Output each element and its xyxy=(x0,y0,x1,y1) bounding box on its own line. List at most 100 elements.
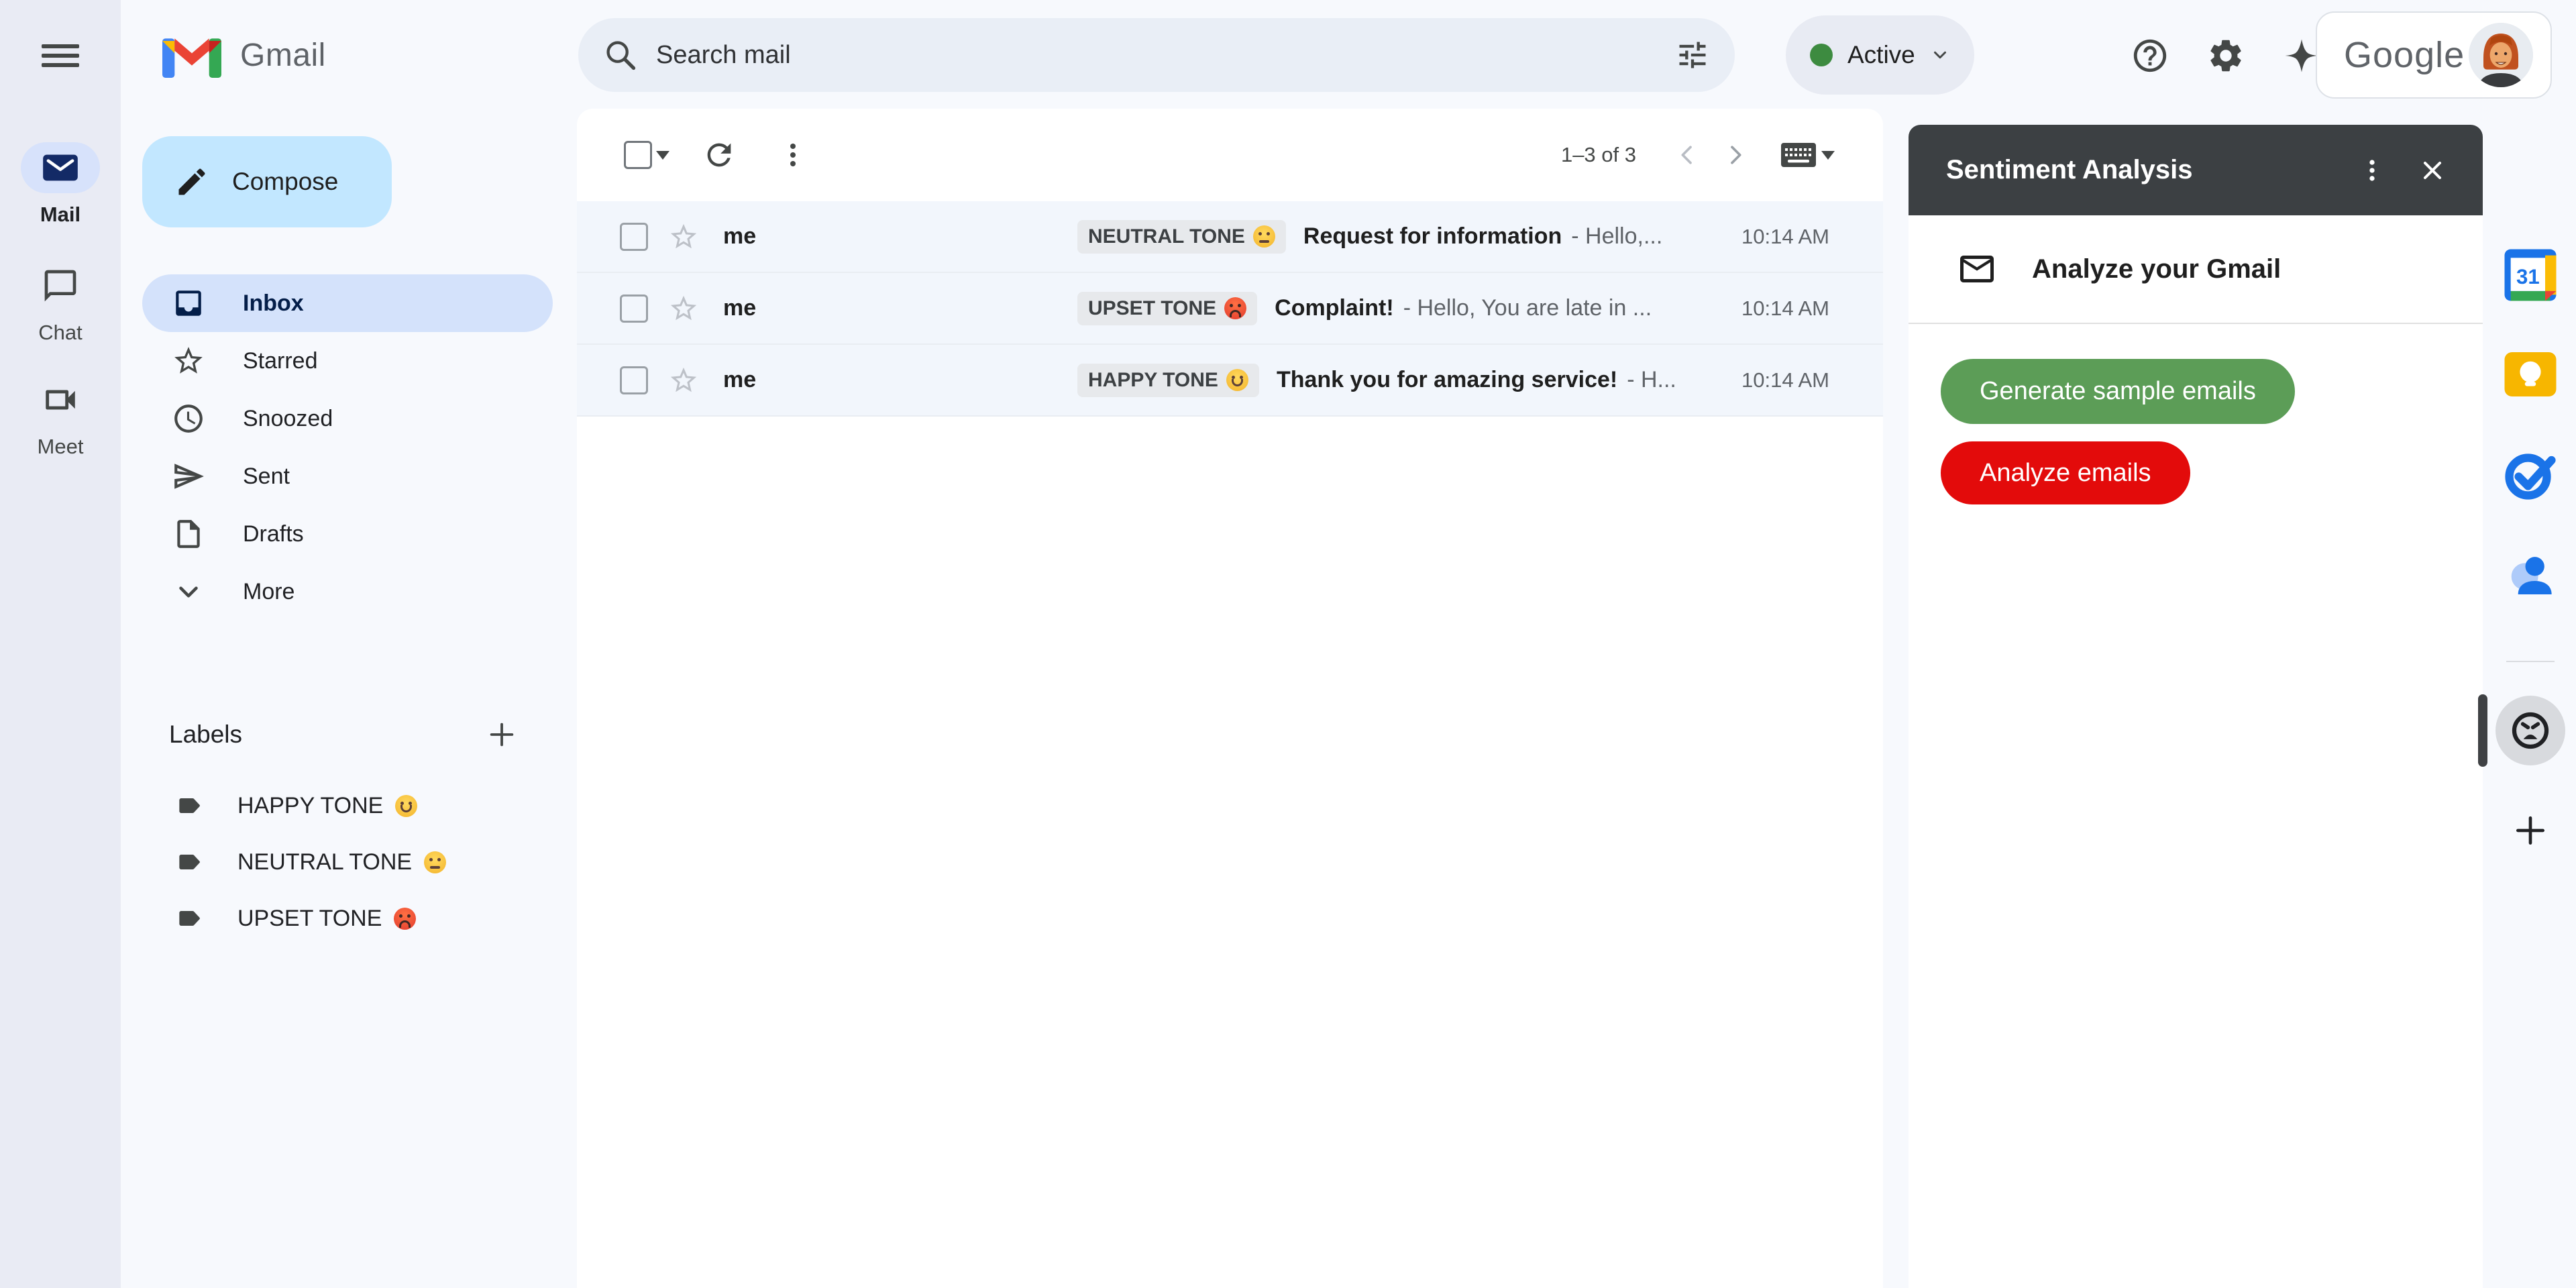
sidebar-item-more[interactable]: More xyxy=(142,563,553,621)
sidebar-item-starred[interactable]: Starred xyxy=(142,332,553,390)
sentiment-addon-rail-button[interactable] xyxy=(2496,696,2565,765)
search-button[interactable] xyxy=(592,26,649,84)
email-sender: me xyxy=(723,367,1077,393)
google-wordmark: Google xyxy=(2344,34,2465,76)
chip-text: HAPPY TONE xyxy=(1088,369,1218,392)
select-all-button[interactable] xyxy=(620,127,674,183)
app-rail: Mail Chat Meet xyxy=(0,0,121,1288)
google-calendar-icon: 31 xyxy=(2501,246,2560,305)
neutral-emoji-icon xyxy=(1253,225,1275,248)
star-toggle-icon[interactable] xyxy=(668,293,699,324)
select-all-checkbox[interactable] xyxy=(624,141,652,169)
search-input[interactable] xyxy=(649,41,1664,70)
kebab-menu-icon xyxy=(777,139,809,171)
support-button[interactable] xyxy=(2116,22,2184,89)
create-label-button[interactable] xyxy=(475,708,529,761)
tasks-rail-button[interactable] xyxy=(2497,441,2564,508)
refresh-button[interactable] xyxy=(691,127,747,183)
search-icon xyxy=(603,38,638,72)
email-row[interactable]: me UPSET TONE Complaint! - Hello, You ar… xyxy=(577,273,1883,345)
chip-text: NEUTRAL TONE xyxy=(1088,225,1245,248)
active-addon-indicator xyxy=(2478,694,2487,767)
chat-icon xyxy=(42,267,79,305)
rail-label-chat: Chat xyxy=(38,321,82,345)
tune-icon xyxy=(1675,38,1710,72)
rail-item-meet[interactable]: Meet xyxy=(0,374,121,459)
chevron-down-icon xyxy=(1930,45,1950,65)
label-item-upset-tone[interactable]: UPSET TONE xyxy=(121,890,577,947)
rail-item-mail[interactable]: Mail xyxy=(0,142,121,227)
email-row[interactable]: me HAPPY TONE Thank you for amazing serv… xyxy=(577,345,1883,417)
sidebar-item-label: Drafts xyxy=(243,521,304,547)
google-tasks-icon xyxy=(2502,446,2559,502)
sidebar: Compose Inbox Starred Snoozed Sent xyxy=(121,111,577,1288)
keep-rail-button[interactable] xyxy=(2497,341,2564,408)
happy-emoji-icon xyxy=(1226,369,1248,391)
label-tag-icon xyxy=(174,847,204,877)
row-checkbox[interactable] xyxy=(620,366,648,394)
neutral-emoji-icon xyxy=(424,851,446,873)
sidebar-item-drafts[interactable]: Drafts xyxy=(142,505,553,563)
star-toggle-icon[interactable] xyxy=(668,221,699,252)
label-tag-icon xyxy=(174,904,204,933)
chat-status-selector[interactable]: Active xyxy=(1786,15,1974,95)
label-item-happy-tone[interactable]: HAPPY TONE xyxy=(121,777,577,834)
google-account-button[interactable]: Google xyxy=(2316,11,2552,99)
search-options-button[interactable] xyxy=(1664,26,1721,84)
label-item-neutral-tone[interactable]: NEUTRAL TONE xyxy=(121,834,577,890)
compose-label: Compose xyxy=(232,168,338,196)
search-bar[interactable] xyxy=(578,18,1735,92)
top-bar: Gmail Active xyxy=(121,0,2576,111)
older-page-button[interactable] xyxy=(1711,131,1760,179)
label-text: UPSET TONE xyxy=(237,906,382,932)
compose-button[interactable]: Compose xyxy=(142,136,392,227)
panel-title: Sentiment Analysis xyxy=(1946,155,2342,185)
sidebar-item-inbox[interactable]: Inbox xyxy=(142,274,553,332)
list-toolbar: 1–3 of 3 xyxy=(577,109,1883,201)
chat-pill xyxy=(21,260,100,311)
chip-text: UPSET TONE xyxy=(1088,297,1216,320)
star-icon xyxy=(172,344,205,378)
rail-item-chat[interactable]: Chat xyxy=(0,260,121,345)
generate-sample-emails-button[interactable]: Generate sample emails xyxy=(1941,359,2295,424)
refresh-icon xyxy=(702,138,737,172)
meet-pill xyxy=(21,374,100,425)
sidebar-item-label: Starred xyxy=(243,348,318,374)
inbox-icon xyxy=(172,286,205,320)
star-toggle-icon[interactable] xyxy=(668,365,699,396)
row-checkbox[interactable] xyxy=(620,294,648,323)
sidebar-item-snoozed[interactable]: Snoozed xyxy=(142,390,553,447)
input-tools-selector[interactable] xyxy=(1780,140,1835,170)
tone-label-chip: HAPPY TONE xyxy=(1077,364,1259,397)
sidebar-item-sent[interactable]: Sent xyxy=(142,447,553,505)
settings-button[interactable] xyxy=(2192,22,2259,89)
gmail-logo-icon xyxy=(162,34,221,78)
calendar-rail-button[interactable]: 31 xyxy=(2497,241,2564,309)
sidebar-item-label: Sent xyxy=(243,464,290,490)
compose-pencil-icon xyxy=(174,164,209,199)
status-label: Active xyxy=(1847,41,1915,69)
chevron-left-icon xyxy=(1674,142,1701,168)
label-text: HAPPY TONE xyxy=(237,793,383,819)
panel-section-header: Analyze your Gmail xyxy=(1909,215,2483,323)
panel-close-button[interactable] xyxy=(2402,140,2463,201)
analyze-emails-button[interactable]: Analyze emails xyxy=(1941,441,2190,504)
panel-menu-button[interactable] xyxy=(2342,140,2402,201)
get-addons-button[interactable] xyxy=(2497,797,2564,864)
tone-label-chip: NEUTRAL TONE xyxy=(1077,220,1286,254)
main-menu-button[interactable] xyxy=(32,29,89,83)
newer-page-button[interactable] xyxy=(1663,131,1711,179)
row-checkbox[interactable] xyxy=(620,223,648,251)
email-sender: me xyxy=(723,223,1077,250)
email-row[interactable]: me NEUTRAL TONE Request for information … xyxy=(577,201,1883,273)
hamburger-icon xyxy=(42,39,79,72)
select-dropdown-caret-icon[interactable] xyxy=(656,151,669,160)
more-options-button[interactable] xyxy=(765,127,821,183)
contacts-rail-button[interactable] xyxy=(2497,541,2564,608)
close-icon xyxy=(2418,156,2447,185)
panel-section-title: Analyze your Gmail xyxy=(2032,254,2281,284)
draft-icon xyxy=(172,517,205,551)
tone-label-chip: UPSET TONE xyxy=(1077,292,1257,325)
email-subject: Complaint! xyxy=(1275,295,1394,321)
keyboard-dropdown-caret-icon[interactable] xyxy=(1821,151,1835,160)
